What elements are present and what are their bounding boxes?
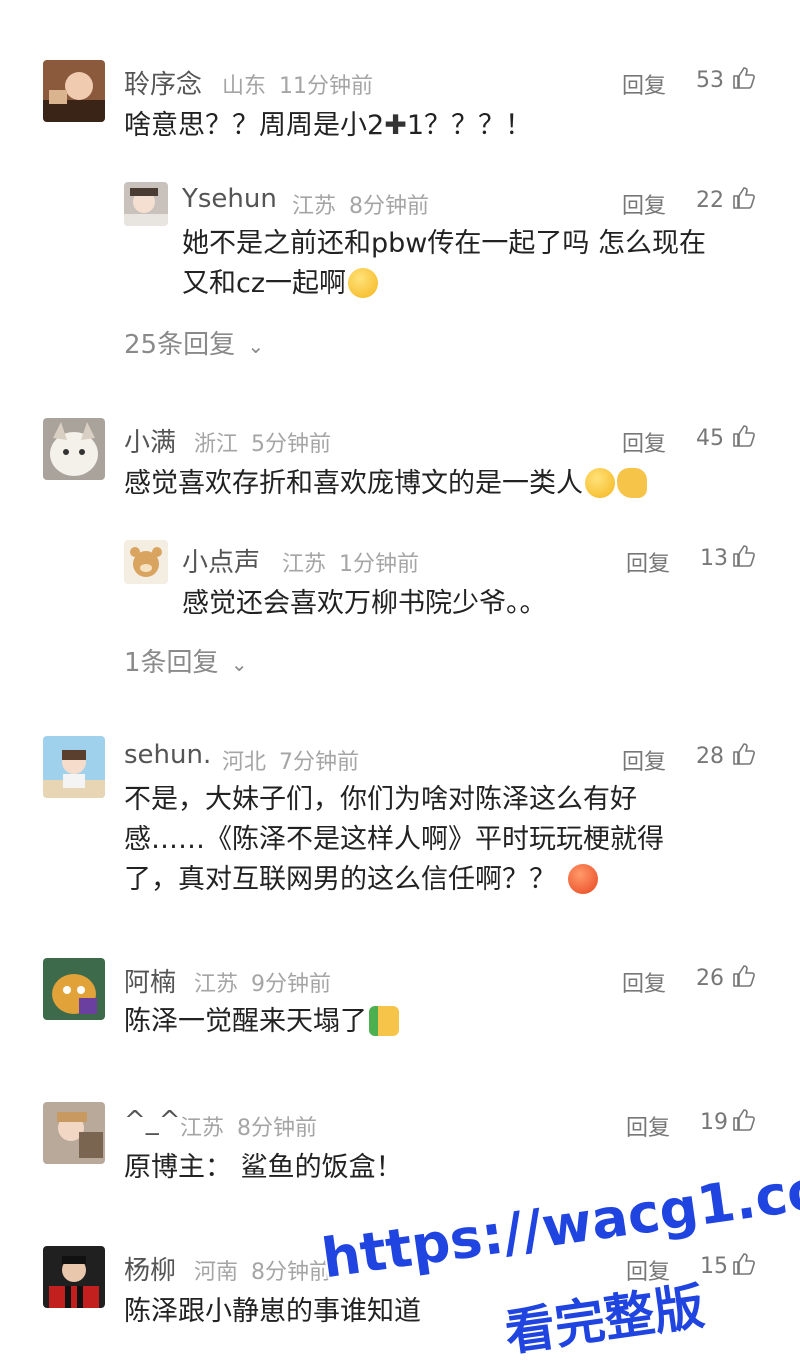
comment-time: 7分钟前 xyxy=(279,750,360,775)
comment-text-line: 不是，大妹子们，你们为啥对陈泽这么有好 xyxy=(124,784,637,815)
reply-author[interactable]: Ysehun xyxy=(182,184,277,214)
comment-meta: 河南 8分钟前 xyxy=(194,1254,331,1286)
comment-text-part: 感觉喜欢存折和喜欢庞博文的是一类人 xyxy=(124,468,583,499)
comment-meta: 江苏 8分钟前 xyxy=(180,1110,317,1142)
comment-location: 河南 xyxy=(194,1260,239,1285)
comment-location: 江苏 xyxy=(180,1116,225,1141)
watermark-caption: 看完整版 xyxy=(501,1277,708,1363)
comment-time: 11分钟前 xyxy=(279,74,374,99)
avatar[interactable] xyxy=(43,958,105,1020)
like-count: 15 xyxy=(700,1254,728,1279)
comment-author[interactable]: 聆序念 xyxy=(124,64,202,101)
thumbs-up-icon[interactable] xyxy=(732,742,756,766)
ok-hand-emoji-icon xyxy=(617,468,647,498)
comment-location: 江苏 xyxy=(194,972,239,997)
comment-text-part: 啥意思？？周周是小2 xyxy=(124,110,385,141)
thumbs-up-icon[interactable] xyxy=(732,964,756,988)
comment-location: 山东 xyxy=(222,74,267,99)
avatar[interactable] xyxy=(43,1102,105,1164)
view-more-replies-button[interactable]: 1条回复 ⌄ xyxy=(124,642,248,679)
avatar[interactable] xyxy=(124,182,168,226)
comment-text-line: 了，真对互联网男的这么信任啊？？ xyxy=(124,860,664,900)
thumbs-up-icon[interactable] xyxy=(732,544,756,568)
like-count: 19 xyxy=(700,1110,728,1135)
laughing-crying-emoji-icon xyxy=(585,468,615,498)
comment-text-part: 陈泽一觉醒来天塌了 xyxy=(124,1006,367,1037)
avatar[interactable] xyxy=(43,1246,105,1308)
comment-time: 9分钟前 xyxy=(251,972,332,997)
like-count: 28 xyxy=(696,744,724,769)
comment-text-line: 感……《陈泽不是这样人啊》平时玩玩梗就得 xyxy=(124,824,664,855)
thumbs-up-icon[interactable] xyxy=(732,1108,756,1132)
comment-text-part: 了，真对互联网男的这么信任啊？？ xyxy=(124,864,556,895)
chevron-down-icon: ⌄ xyxy=(247,334,265,358)
reply-button[interactable]: 回复 xyxy=(626,1110,670,1142)
reply-meta: 江苏 1分钟前 xyxy=(282,546,419,578)
comment-time: 8分钟前 xyxy=(251,1260,332,1285)
thumbs-up-icon[interactable] xyxy=(732,424,756,448)
angry-face-emoji-icon xyxy=(568,864,598,894)
comment-meta: 浙江 5分钟前 xyxy=(194,426,331,458)
reply-author[interactable]: 小点声 xyxy=(182,542,260,579)
comment-author[interactable]: 杨柳 xyxy=(124,1250,176,1287)
avatar[interactable] xyxy=(43,736,105,798)
like-count: 53 xyxy=(696,68,724,93)
chevron-down-icon: ⌄ xyxy=(230,652,248,676)
thumbs-up-icon[interactable] xyxy=(732,186,756,210)
comment-text-part: 1？？？！ xyxy=(406,110,532,141)
more-replies-label: 25条回复 xyxy=(124,330,236,360)
like-count: 22 xyxy=(696,188,724,213)
like-count: 45 xyxy=(696,426,724,451)
comment-author[interactable]: ^_^ xyxy=(124,1106,181,1136)
view-more-replies-button[interactable]: 25条回复 ⌄ xyxy=(124,324,264,361)
thumbs-up-icon[interactable] xyxy=(732,66,756,90)
like-count: 26 xyxy=(696,966,724,991)
comment-text: 感觉喜欢存折和喜欢庞博文的是一类人 xyxy=(124,464,647,504)
comment-meta: 江苏 9分钟前 xyxy=(194,966,331,998)
plus-icon: ✚ xyxy=(384,110,407,141)
like-count: 13 xyxy=(700,546,728,571)
comment-text: 不是，大妹子们，你们为啥对陈泽这么有好 感……《陈泽不是这样人啊》平时玩玩梗就得… xyxy=(124,780,664,900)
reply-location: 江苏 xyxy=(282,552,327,577)
comment-author[interactable]: 阿楠 xyxy=(124,962,176,999)
comment-meta: 河北 7分钟前 xyxy=(222,744,359,776)
thumbs-up-emoji-icon xyxy=(369,1006,399,1036)
comment-meta: 山东 11分钟前 xyxy=(222,68,373,100)
reply-text-part: 又和cz一起啊 xyxy=(182,268,347,299)
reply-text-line: 又和cz一起啊 xyxy=(182,264,706,304)
comment-text: 啥意思？？周周是小2✚1？？？！ xyxy=(124,106,532,146)
comment-text: 陈泽一觉醒来天塌了 xyxy=(124,1002,399,1042)
avatar[interactable] xyxy=(43,60,105,122)
avatar[interactable] xyxy=(124,540,168,584)
comment-author[interactable]: 小满 xyxy=(124,422,176,459)
thumbs-up-icon[interactable] xyxy=(732,1252,756,1276)
comment-time: 5分钟前 xyxy=(251,432,332,457)
comment-location: 河北 xyxy=(222,750,267,775)
reply-button[interactable]: 回复 xyxy=(622,426,666,458)
reply-time: 1分钟前 xyxy=(339,552,420,577)
reply-text: 她不是之前还和pbw传在一起了吗 怎么现在 又和cz一起啊 xyxy=(182,224,706,304)
reply-button[interactable]: 回复 xyxy=(622,744,666,776)
avatar[interactable] xyxy=(43,418,105,480)
comment-location: 浙江 xyxy=(194,432,239,457)
comment-time: 8分钟前 xyxy=(237,1116,318,1141)
reply-button[interactable]: 回复 xyxy=(622,966,666,998)
reply-location: 江苏 xyxy=(292,194,337,219)
reply-button[interactable]: 回复 xyxy=(622,68,666,100)
reply-text-line: 她不是之前还和pbw传在一起了吗 怎么现在 xyxy=(182,228,706,259)
more-replies-label: 1条回复 xyxy=(124,648,219,678)
comment-author[interactable]: sehun. xyxy=(124,740,211,770)
reply-meta: 江苏 8分钟前 xyxy=(292,188,429,220)
reply-button[interactable]: 回复 xyxy=(626,546,670,578)
comment-text: 陈泽跟小静崽的事谁知道 xyxy=(124,1296,421,1327)
comment-text: 原博主： 鲨鱼的饭盒！ xyxy=(124,1152,403,1183)
dizzy-face-emoji-icon xyxy=(348,268,379,298)
reply-time: 8分钟前 xyxy=(349,194,430,219)
reply-text: 感觉还会喜欢万柳书院少爷。。 xyxy=(182,588,547,619)
reply-button[interactable]: 回复 xyxy=(622,188,666,220)
